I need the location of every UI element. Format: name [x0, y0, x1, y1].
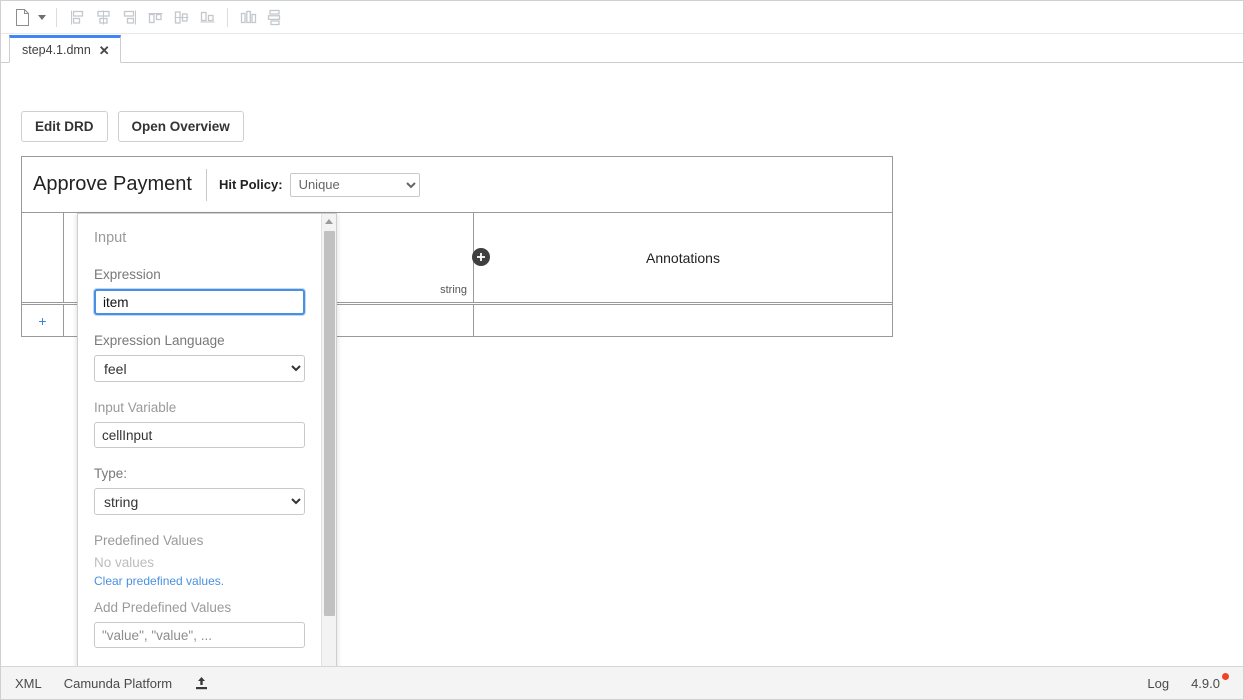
top-toolbar — [1, 1, 1243, 34]
expression-label: Expression — [94, 267, 305, 282]
type-select[interactable]: stringbooleanintegerlongdoubledate — [94, 488, 305, 515]
align-middle-icon[interactable] — [168, 5, 194, 29]
expression-language-label: Expression Language — [94, 333, 305, 348]
no-values-text: No values — [94, 555, 305, 570]
expression-input[interactable] — [94, 289, 305, 315]
app-window: step4.1.dmn ✕ Edit DRD Open Overview App… — [0, 0, 1244, 700]
input-expression-editor-popup: Input Expression Expression Language fee… — [77, 213, 337, 666]
status-xml-button[interactable]: XML — [15, 676, 42, 691]
annotations-column-title: Annotations — [646, 250, 720, 266]
status-platform-label[interactable]: Camunda Platform — [64, 676, 172, 691]
update-available-dot — [1222, 673, 1229, 680]
close-icon[interactable]: ✕ — [99, 44, 110, 57]
type-label: Type: — [94, 466, 305, 481]
add-predefined-values-label: Add Predefined Values — [94, 600, 305, 615]
chevron-down-icon[interactable] — [35, 5, 49, 29]
status-right-group: Log 4.9.0 — [1147, 676, 1229, 691]
hit-policy-select[interactable]: UniqueFirstPriorityAnyCollectRule orderO… — [290, 173, 420, 197]
add-column-button[interactable] — [472, 248, 490, 266]
align-center-horizontal-icon[interactable] — [90, 5, 116, 29]
status-version[interactable]: 4.9.0 — [1191, 676, 1229, 691]
annotations-column-header-cell[interactable]: Annotations — [474, 213, 892, 302]
toolbar-separator-2 — [227, 8, 228, 27]
add-row-button[interactable]: + — [22, 305, 64, 336]
row-number-header-cell — [22, 213, 64, 302]
status-bar: XML Camunda Platform Log 4.9.0 — [1, 666, 1243, 699]
tab-bar: step4.1.dmn ✕ — [1, 34, 1243, 63]
popup-scrollbar[interactable] — [321, 214, 336, 666]
expression-language-select[interactable]: feeljueljavascriptgroovypythonjruby — [94, 355, 305, 382]
output-column-type: string — [440, 284, 467, 296]
hit-policy-label: Hit Policy: — [219, 177, 283, 192]
scrollbar-thumb[interactable] — [324, 231, 335, 616]
decision-table-header: Approve Payment Hit Policy: UniqueFirstP… — [22, 157, 892, 213]
tab-label: step4.1.dmn — [22, 43, 91, 57]
popup-section-title: Input — [94, 230, 305, 246]
page-title: Approve Payment — [33, 173, 206, 196]
input-variable-label: Input Variable — [94, 400, 305, 415]
edit-drd-button[interactable]: Edit DRD — [21, 111, 108, 142]
scrollbar-track[interactable] — [322, 229, 337, 666]
deploy-upload-icon[interactable] — [194, 676, 209, 691]
tab-step4-1-dmn[interactable]: step4.1.dmn ✕ — [9, 35, 121, 63]
add-predefined-values-input[interactable] — [94, 622, 305, 648]
popup-content: Input Expression Expression Language fee… — [78, 214, 321, 666]
align-top-icon[interactable] — [142, 5, 168, 29]
document-icon[interactable] — [9, 5, 35, 29]
input-variable-input[interactable] — [94, 422, 305, 448]
status-version-label: 4.9.0 — [1191, 676, 1220, 691]
align-left-icon[interactable] — [64, 5, 90, 29]
row-annotation-cell[interactable] — [474, 305, 892, 336]
open-overview-button[interactable]: Open Overview — [118, 111, 244, 142]
editor-canvas: Edit DRD Open Overview Approve Payment H… — [1, 63, 1243, 666]
header-divider — [206, 169, 207, 201]
status-log-button[interactable]: Log — [1147, 676, 1169, 691]
align-bottom-icon[interactable] — [194, 5, 220, 29]
action-button-group: Edit DRD Open Overview — [21, 111, 244, 142]
scroll-up-icon[interactable] — [322, 214, 337, 229]
toolbar-separator-1 — [56, 8, 57, 27]
distribute-horizontal-icon[interactable] — [235, 5, 261, 29]
clear-predefined-values-link[interactable]: Clear predefined values. — [94, 574, 305, 588]
predefined-values-label: Predefined Values — [94, 533, 305, 548]
distribute-vertical-icon[interactable] — [261, 5, 287, 29]
align-right-icon[interactable] — [116, 5, 142, 29]
